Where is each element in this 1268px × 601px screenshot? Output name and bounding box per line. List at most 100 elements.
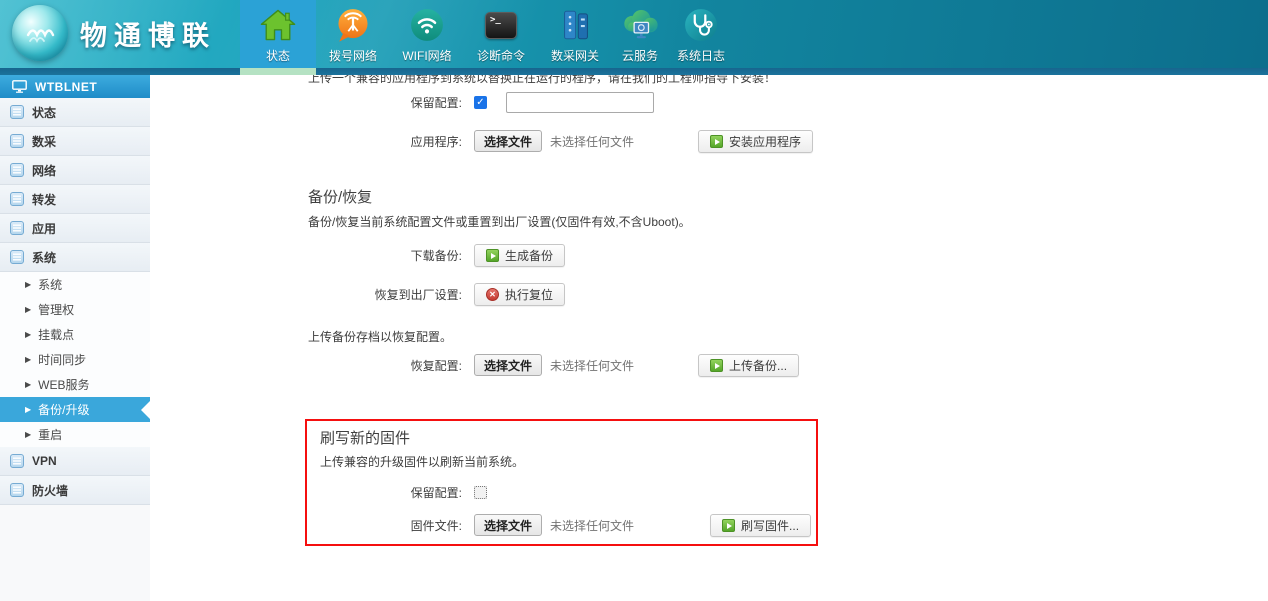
sidebar-header: WTBLNET [0, 75, 150, 98]
nav-tab-label: 状态 [266, 47, 290, 64]
list-icon [10, 192, 24, 206]
sidebar-item-label: 应用 [32, 220, 56, 237]
nav-tab-label: 拨号网络 [329, 47, 377, 64]
caret-right-icon: ▶ [25, 330, 31, 339]
sidebar: WTBLNET 状态 数采 网络 转发 应用 系统 [0, 75, 150, 601]
perform-reset-label: 执行复位 [505, 286, 553, 303]
flash-firmware-button[interactable]: 刷写固件... [710, 514, 811, 537]
sidebar-item-label: VPN [32, 454, 57, 468]
nav-tab-label: 数采网关 [551, 47, 599, 64]
backup-restore-title: 备份/恢复 [308, 186, 372, 207]
sidebar-subitem-reboot[interactable]: ▶ 重启 [0, 422, 150, 447]
brand-name: 物通博联 [80, 14, 216, 53]
list-icon [10, 221, 24, 235]
choose-file-button[interactable]: 选择文件 [474, 514, 542, 536]
upload-backup-label: 上传备份... [729, 357, 787, 374]
upload-backup-hint: 上传备份存档以恢复配置。 [308, 328, 452, 345]
nav-tab-wifi[interactable]: WIFI网络 [390, 0, 464, 75]
nav-tab-syslog[interactable]: 系统日志 [668, 0, 734, 75]
caret-right-icon: ▶ [25, 430, 31, 439]
sidebar-subitem-system[interactable]: ▶ 系统 [0, 272, 150, 297]
install-app-label: 安装应用程序 [729, 133, 801, 150]
nav-tab-label: 云服务 [622, 47, 658, 64]
no-file-text: 未选择任何文件 [550, 133, 634, 150]
syslog-icon [683, 5, 719, 45]
config-text-input[interactable] [506, 92, 654, 113]
perform-reset-button[interactable]: ✕ 执行复位 [474, 283, 565, 306]
sidebar-subitem-label: 时间同步 [38, 351, 86, 368]
reset-x-icon: ✕ [486, 288, 499, 301]
sidebar-subitem-mountpoint[interactable]: ▶ 挂载点 [0, 322, 150, 347]
home-icon [260, 5, 296, 45]
list-icon [10, 105, 24, 119]
brand-logo: 物通博联 [12, 5, 216, 61]
nav-tab-label: WIFI网络 [402, 47, 451, 64]
terminal-glyph: >_ [485, 12, 517, 39]
firmware-keep-config-row: 保留配置: [150, 480, 1268, 504]
generate-backup-label: 生成备份 [505, 247, 553, 264]
firmware-file-row: 固件文件: 选择文件 未选择任何文件 刷写固件... [150, 513, 1268, 537]
factory-reset-label: 恢复到出厂设置: [150, 286, 462, 303]
nav-tab-diagnostics[interactable]: >_ 诊断命令 [464, 0, 538, 75]
download-backup-row: 下载备份: 生成备份 [150, 243, 1268, 267]
nav-tab-cloud[interactable]: 云服务 [612, 0, 668, 75]
list-icon [10, 454, 24, 468]
firmware-title: 刷写新的固件 [320, 427, 410, 448]
sidebar-item-apps[interactable]: 应用 [0, 214, 150, 243]
keep-config-row: 保留配置: ✓ [150, 90, 1268, 114]
sidebar-item-label: 数采 [32, 133, 56, 150]
firmware-description: 上传兼容的升级固件以刷新当前系统。 [320, 453, 524, 470]
sidebar-subitem-admin[interactable]: ▶ 管理权 [0, 297, 150, 322]
app-file-label: 应用程序: [150, 133, 462, 150]
caret-right-icon: ▶ [25, 380, 31, 389]
choose-file-button[interactable]: 选择文件 [474, 354, 542, 376]
sidebar-item-data-collect[interactable]: 数采 [0, 127, 150, 156]
sidebar-subitem-label: 管理权 [38, 301, 74, 318]
upload-backup-button[interactable]: 上传备份... [698, 354, 799, 377]
firmware-file-label: 固件文件: [150, 517, 462, 534]
sidebar-item-label: 状态 [32, 104, 56, 121]
caret-right-icon: ▶ [25, 280, 31, 289]
keep-config-checkbox[interactable]: ✓ [474, 96, 487, 109]
sidebar-item-system[interactable]: 系统 [0, 243, 150, 272]
play-icon [710, 135, 723, 148]
sidebar-item-forward[interactable]: 转发 [0, 185, 150, 214]
nav-tab-dialup[interactable]: 拨号网络 [316, 0, 390, 75]
wifi-icon [409, 5, 445, 45]
dialup-icon [335, 5, 371, 45]
list-icon [10, 483, 24, 497]
firmware-keep-config-label: 保留配置: [150, 484, 462, 501]
install-app-button[interactable]: 安装应用程序 [698, 130, 813, 153]
sidebar-item-network[interactable]: 网络 [0, 156, 150, 185]
play-icon [722, 519, 735, 532]
sidebar-item-vpn[interactable]: VPN [0, 447, 150, 476]
sidebar-item-firewall[interactable]: 防火墙 [0, 476, 150, 505]
generate-backup-button[interactable]: 生成备份 [474, 244, 565, 267]
keep-config-label: 保留配置: [150, 94, 462, 111]
no-file-text: 未选择任何文件 [550, 517, 634, 534]
factory-reset-row: 恢复到出厂设置: ✕ 执行复位 [150, 282, 1268, 306]
restore-config-label: 恢复配置: [150, 357, 462, 374]
sidebar-subitem-timesync[interactable]: ▶ 时间同步 [0, 347, 150, 372]
restore-config-row: 恢复配置: 选择文件 未选择任何文件 上传备份... [150, 353, 1268, 377]
nav-tab-gateway[interactable]: 数采网关 [538, 0, 612, 75]
nav-tab-label: 系统日志 [677, 47, 725, 64]
caret-right-icon: ▶ [25, 405, 31, 414]
gateway-icon [558, 5, 592, 45]
list-icon [10, 250, 24, 264]
choose-file-button[interactable]: 选择文件 [474, 130, 542, 152]
sidebar-item-status[interactable]: 状态 [0, 98, 150, 127]
sidebar-item-label: 系统 [32, 249, 56, 266]
sidebar-item-label: 转发 [32, 191, 56, 208]
nav-tab-status[interactable]: 状态 [240, 0, 316, 75]
firmware-keep-config-checkbox[interactable] [474, 486, 487, 499]
sidebar-subitem-backup-upgrade[interactable]: ▶ 备份/升级 [0, 397, 150, 422]
flash-firmware-label: 刷写固件... [741, 517, 799, 534]
logo-sphere-icon [12, 5, 68, 61]
sidebar-subitem-webservice[interactable]: ▶ WEB服务 [0, 372, 150, 397]
play-icon [486, 249, 499, 262]
app-file-row: 应用程序: 选择文件 未选择任何文件 安装应用程序 [150, 129, 1268, 153]
monitor-icon [12, 80, 27, 93]
sidebar-subitem-label: 挂载点 [38, 326, 74, 343]
sidebar-subitem-label: 系统 [38, 276, 62, 293]
